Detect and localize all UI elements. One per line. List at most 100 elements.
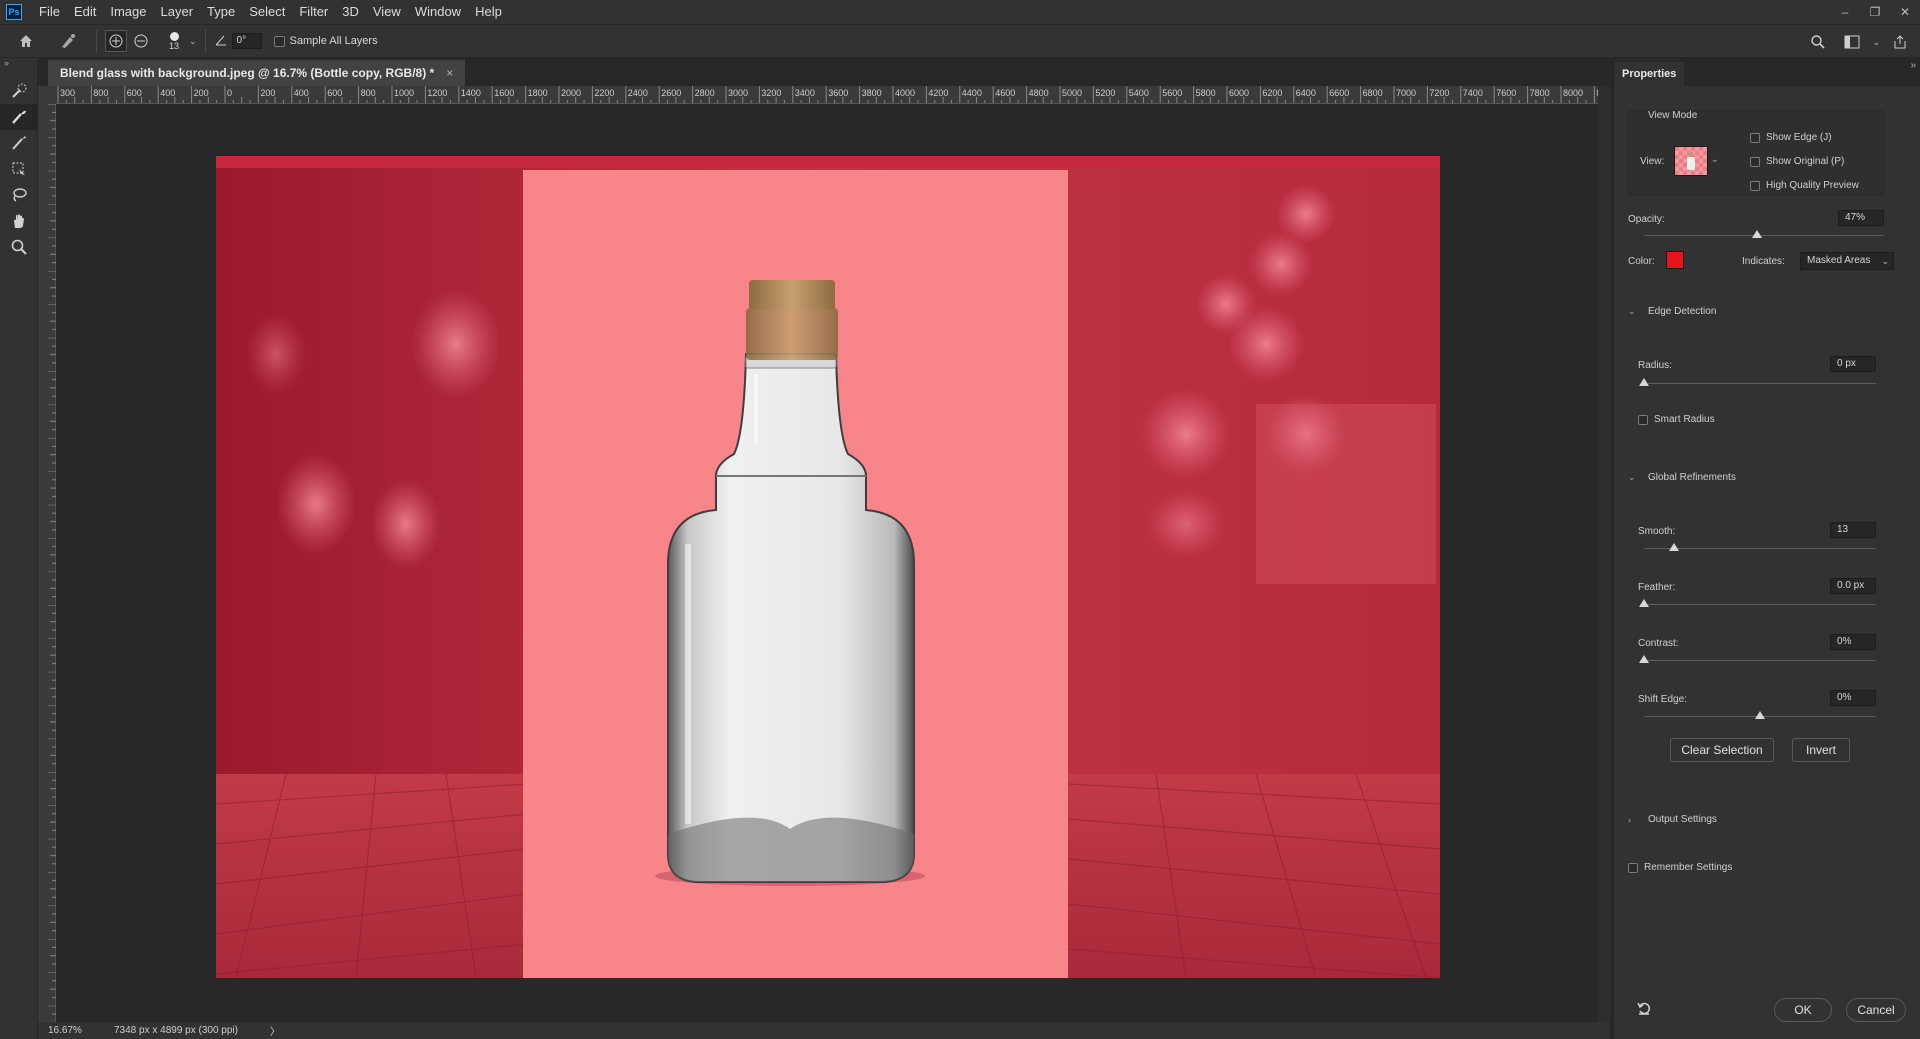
brush-tool-icon[interactable] [0, 130, 38, 156]
options-bar: 13 ⌄ 0° Sample All Layers ⌄ [0, 24, 1920, 58]
window-controls: – ❐ ✕ [1830, 0, 1920, 24]
menu-layer[interactable]: Layer [154, 0, 201, 24]
quick-selection-tool-icon[interactable] [0, 78, 38, 104]
shift-edge-input[interactable]: 0% [1830, 690, 1876, 706]
photoshop-logo-icon[interactable]: Ps [6, 4, 22, 20]
remember-settings-label: Remember Settings [1644, 862, 1733, 873]
chevron-down-icon[interactable]: ⌄ [1711, 154, 1719, 165]
close-window-button[interactable]: ✕ [1890, 0, 1920, 24]
ruler-label: 5200 [1095, 88, 1115, 98]
menu-help[interactable]: Help [468, 0, 509, 24]
high-quality-preview-checkbox[interactable] [1750, 180, 1760, 191]
smart-radius-option[interactable]: Smart Radius [1638, 414, 1715, 425]
refine-edge-brush-tool-icon[interactable] [0, 104, 38, 130]
output-settings-section[interactable]: › Output Settings [1628, 814, 1717, 825]
global-refinements-section[interactable]: ⌄ Global Refinements [1628, 472, 1736, 483]
status-menu-arrow[interactable]: 〉 [270, 1023, 280, 1038]
add-to-selection-icon[interactable] [105, 30, 127, 52]
expand-tools-icon[interactable]: » [0, 58, 37, 72]
menu-select[interactable]: Select [242, 0, 292, 24]
high-quality-preview-option[interactable]: High Quality Preview [1750, 180, 1859, 191]
ruler-label: 4200 [928, 88, 948, 98]
ruler-corner [38, 86, 56, 104]
workspace-icon[interactable] [1838, 28, 1866, 56]
contrast-slider-track[interactable] [1644, 660, 1876, 661]
opacity-slider-thumb[interactable] [1751, 230, 1762, 238]
ruler-label: 4000 [895, 88, 915, 98]
menu-3d[interactable]: 3D [335, 0, 366, 24]
mask-color-swatch[interactable] [1666, 251, 1684, 269]
ruler-label: 800 [93, 88, 108, 98]
show-edge-checkbox[interactable] [1750, 132, 1760, 143]
document-image[interactable] [56, 104, 1598, 1022]
restore-button[interactable]: ❐ [1860, 0, 1890, 24]
angle-input[interactable]: 0° [231, 33, 262, 49]
ruler-label: 200 [194, 88, 209, 98]
ruler-label: 2800 [695, 88, 715, 98]
feather-slider-thumb[interactable] [1639, 599, 1649, 607]
smart-radius-checkbox[interactable] [1638, 414, 1648, 425]
home-icon[interactable] [12, 27, 40, 55]
opacity-slider-track[interactable] [1644, 235, 1884, 236]
collapse-panels-icon[interactable]: » [1910, 60, 1916, 71]
radius-input[interactable]: 0 px [1830, 356, 1876, 372]
ruler-label: 1400 [461, 88, 481, 98]
menu-file[interactable]: File [32, 0, 67, 24]
refine-brush-preset-icon[interactable] [54, 27, 82, 55]
ok-button[interactable]: OK [1774, 998, 1832, 1022]
invert-button[interactable]: Invert [1792, 738, 1850, 762]
ruler-label: 7600 [1496, 88, 1516, 98]
brush-size-picker[interactable]: 13 [165, 31, 183, 51]
canvas-area[interactable] [56, 104, 1598, 1022]
zoom-tool-icon[interactable] [0, 234, 38, 260]
chevron-down-icon[interactable]: ⌄ [1872, 28, 1880, 56]
view-mode-thumbnail[interactable] [1674, 146, 1708, 176]
ruler-label: 6600 [1329, 88, 1349, 98]
zoom-level[interactable]: 16.67% [48, 1025, 108, 1036]
menu-window[interactable]: Window [408, 0, 468, 24]
feather-slider-track[interactable] [1644, 604, 1876, 605]
object-selection-tool-icon[interactable] [0, 156, 38, 182]
contrast-slider-thumb[interactable] [1639, 655, 1649, 663]
ruler-label: 6400 [1296, 88, 1316, 98]
remember-settings-checkbox[interactable] [1628, 862, 1638, 873]
lasso-tool-icon[interactable] [0, 182, 38, 208]
minimize-button[interactable]: – [1830, 0, 1860, 24]
menu-type[interactable]: Type [200, 0, 242, 24]
cancel-button[interactable]: Cancel [1846, 998, 1906, 1022]
hand-tool-icon[interactable] [0, 208, 38, 234]
indicates-value: Masked Areas [1807, 255, 1871, 266]
chevron-down-icon[interactable]: ⌄ [189, 36, 197, 47]
close-icon[interactable]: × [446, 66, 453, 80]
tab-properties[interactable]: Properties [1614, 62, 1685, 86]
radius-slider-thumb[interactable] [1639, 378, 1649, 386]
menu-image[interactable]: Image [103, 0, 153, 24]
document-tab[interactable]: Blend glass with background.jpeg @ 16.7%… [48, 60, 466, 86]
smooth-slider-thumb[interactable] [1669, 543, 1680, 551]
sample-all-layers-checkbox[interactable] [273, 35, 285, 47]
menu-filter[interactable]: Filter [292, 0, 335, 24]
feather-input[interactable]: 0.0 px [1830, 578, 1876, 594]
smooth-input[interactable]: 13 [1830, 522, 1876, 538]
vertical-scrollbar[interactable] [1598, 86, 1610, 1022]
remember-settings-option[interactable]: Remember Settings [1628, 862, 1732, 873]
clear-selection-button[interactable]: Clear Selection [1670, 738, 1774, 762]
indicates-select[interactable]: Masked Areas ⌄ [1800, 252, 1894, 270]
radius-slider-track[interactable] [1644, 383, 1876, 384]
menu-view[interactable]: View [366, 0, 408, 24]
show-edge-option[interactable]: Show Edge (J) [1750, 132, 1832, 143]
ruler-label: 600 [327, 88, 342, 98]
share-icon[interactable] [1886, 28, 1914, 56]
show-original-option[interactable]: Show Original (P) [1750, 156, 1844, 167]
edge-detection-section[interactable]: ⌄ Edge Detection [1628, 306, 1716, 317]
menu-edit[interactable]: Edit [67, 0, 103, 24]
contrast-input[interactable]: 0% [1830, 634, 1876, 650]
opacity-input[interactable]: 47% [1838, 210, 1884, 226]
search-icon[interactable] [1804, 28, 1832, 56]
subtract-from-selection-icon[interactable] [127, 27, 155, 55]
shift-edge-slider-thumb[interactable] [1755, 711, 1765, 719]
bottle-thumbnail-icon [1687, 152, 1695, 170]
reset-icon[interactable] [1636, 1000, 1652, 1019]
show-original-checkbox[interactable] [1750, 156, 1760, 167]
ruler-label: 4800 [1029, 88, 1049, 98]
